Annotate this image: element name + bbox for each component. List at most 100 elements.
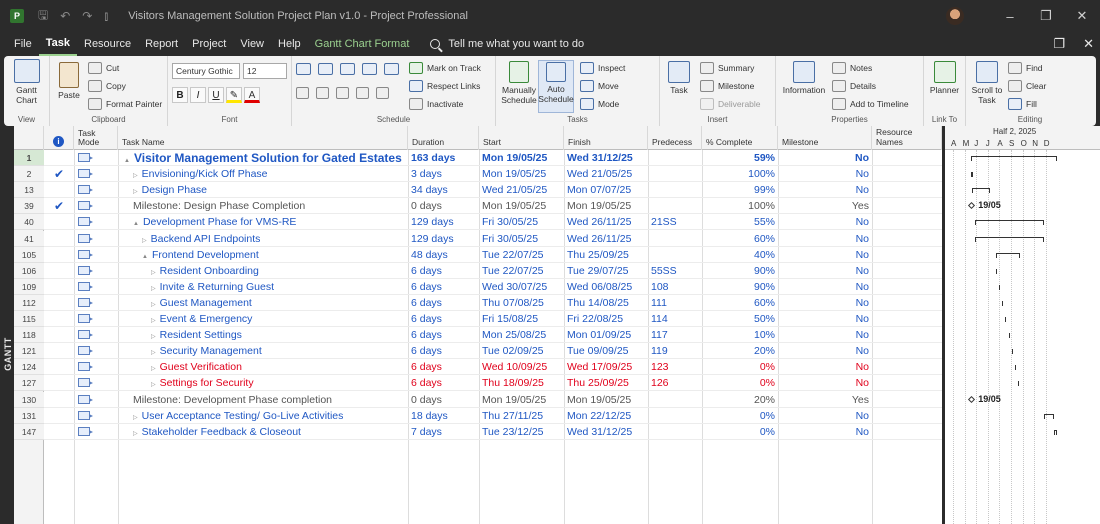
- gantt-bar[interactable]: [995, 268, 998, 274]
- milestone-cell[interactable]: No: [778, 247, 872, 263]
- expand-icon[interactable]: ▷: [151, 265, 156, 279]
- tell-me-search[interactable]: Tell me what you want to do: [430, 38, 584, 50]
- milestone-cell[interactable]: No: [778, 424, 872, 440]
- task-name-cell[interactable]: Milestone: Development Phase completion: [118, 392, 408, 408]
- task-name-cell[interactable]: ▷ Security Management: [118, 343, 408, 359]
- finish-cell[interactable]: Mon 19/05/25: [564, 198, 648, 214]
- task-name-cell[interactable]: ▷ Backend API Endpoints: [118, 231, 408, 247]
- pct-complete-cell[interactable]: 0%: [702, 375, 778, 391]
- indicator-cell[interactable]: [44, 392, 74, 408]
- task-name-cell[interactable]: ▲ Visitor Management Solution for Gated E…: [118, 150, 408, 166]
- indicator-cell[interactable]: ✔: [44, 198, 74, 214]
- pct-complete-cell[interactable]: 0%: [702, 424, 778, 440]
- task-name-cell[interactable]: ▷ Settings for Security: [118, 375, 408, 391]
- finish-cell[interactable]: Wed 26/11/25: [564, 214, 648, 230]
- milestone-marker[interactable]: 19/05: [968, 394, 1001, 404]
- predecessors-cell[interactable]: 21SS: [648, 214, 702, 230]
- table-row[interactable]: 1 ▲ Visitor Management Solution for Gated …: [14, 150, 942, 166]
- task-mode-cell[interactable]: [74, 214, 118, 230]
- duration-cell[interactable]: 34 days: [408, 182, 479, 198]
- save-icon[interactable]: 🖫: [38, 6, 48, 27]
- duration-cell[interactable]: 6 days: [408, 359, 479, 375]
- task-mode-cell[interactable]: [74, 247, 118, 263]
- table-row[interactable]: 121 ▷ Security Management 6 days Tue 02/09/2…: [14, 343, 942, 360]
- minimize-icon[interactable]: –: [992, 9, 1028, 24]
- gantt-bar[interactable]: [1017, 381, 1020, 387]
- finish-header[interactable]: Finish: [564, 126, 648, 150]
- pct-complete-cell[interactable]: 90%: [702, 279, 778, 295]
- predecessors-cell[interactable]: [648, 392, 702, 408]
- duration-cell[interactable]: 163 days: [408, 150, 479, 166]
- bold-button[interactable]: B: [172, 87, 188, 103]
- gantt-bar[interactable]: [971, 156, 1058, 161]
- finish-cell[interactable]: Thu 25/09/25: [564, 375, 648, 391]
- indicator-cell[interactable]: [44, 247, 74, 263]
- start-cell[interactable]: Tue 22/07/25: [479, 247, 564, 263]
- font-family-select[interactable]: Century Gothic: [172, 63, 240, 79]
- duration-cell[interactable]: 6 days: [408, 375, 479, 391]
- row-number[interactable]: 2: [14, 166, 44, 183]
- mode-button[interactable]: Mode: [580, 95, 625, 113]
- task-mode-header[interactable]: Task Mode: [74, 126, 118, 150]
- expand-icon[interactable]: ▷: [133, 426, 138, 440]
- task-mode-cell[interactable]: [74, 311, 118, 327]
- font-size-select[interactable]: 12: [243, 63, 287, 79]
- task-name-cell[interactable]: Milestone: Design Phase Completion: [118, 198, 408, 214]
- scroll-to-task-button[interactable]: Scroll to Task: [970, 61, 1004, 113]
- task-mode-cell[interactable]: [74, 150, 118, 166]
- task-mode-cell[interactable]: [74, 392, 118, 408]
- finish-cell[interactable]: Thu 25/09/25: [564, 247, 648, 263]
- table-row[interactable]: 124 ▷ Guest Verification 6 days Wed 10/09/25…: [14, 359, 942, 376]
- copy-button[interactable]: Copy: [88, 77, 162, 95]
- manually-schedule-button[interactable]: Manually Schedule: [500, 61, 538, 113]
- start-cell[interactable]: Mon 25/08/25: [479, 327, 564, 343]
- milestone-cell[interactable]: No: [778, 408, 872, 424]
- start-cell[interactable]: Mon 19/05/25: [479, 150, 564, 166]
- pct-complete-cell[interactable]: 100%: [702, 198, 778, 214]
- finish-cell[interactable]: Wed 21/05/25: [564, 166, 648, 182]
- milestone-cell[interactable]: No: [778, 231, 872, 247]
- duration-cell[interactable]: 0 days: [408, 198, 479, 214]
- task-name-cell[interactable]: ▷ Stakeholder Feedback & Closeout: [118, 424, 408, 440]
- start-header[interactable]: Start: [479, 126, 564, 150]
- pct-complete-cell[interactable]: 10%: [702, 327, 778, 343]
- indicator-cell[interactable]: [44, 424, 74, 440]
- predecessors-cell[interactable]: [648, 166, 702, 182]
- predecessors-header[interactable]: Predecess: [648, 126, 702, 150]
- expand-icon[interactable]: ▷: [133, 168, 138, 182]
- pct-25-icon[interactable]: [318, 63, 333, 75]
- task-mode-cell[interactable]: [74, 231, 118, 247]
- gantt-bar[interactable]: [1004, 317, 1007, 322]
- row-number[interactable]: 112: [14, 294, 44, 311]
- milestone-cell[interactable]: Yes: [778, 198, 872, 214]
- duration-cell[interactable]: 6 days: [408, 279, 479, 295]
- split-icon[interactable]: [376, 87, 389, 99]
- tab-file[interactable]: File: [7, 32, 39, 56]
- duration-cell[interactable]: 6 days: [408, 327, 479, 343]
- close-icon[interactable]: ✕: [1064, 8, 1100, 24]
- duration-cell[interactable]: 18 days: [408, 408, 479, 424]
- finish-cell[interactable]: Mon 01/09/25: [564, 327, 648, 343]
- fill-button[interactable]: Fill: [1008, 95, 1046, 113]
- collapse-icon[interactable]: ▲: [142, 249, 148, 263]
- row-number[interactable]: 106: [14, 262, 44, 279]
- tab-help[interactable]: Help: [271, 32, 308, 56]
- task-mode-cell[interactable]: [74, 166, 118, 182]
- tab-gantt-chart-format[interactable]: Gantt Chart Format: [308, 32, 417, 56]
- indicator-cell[interactable]: [44, 408, 74, 424]
- task-name-cell[interactable]: ▷ Invite & Returning Guest: [118, 279, 408, 295]
- pct-complete-cell[interactable]: 0%: [702, 359, 778, 375]
- paste-button[interactable]: Paste: [54, 62, 84, 113]
- pct-75-icon[interactable]: [362, 63, 377, 75]
- row-number[interactable]: 105: [14, 246, 44, 263]
- indicator-cell[interactable]: [44, 343, 74, 359]
- table-row[interactable]: 41 ▷ Backend API Endpoints 129 days Fri 30/0…: [14, 230, 942, 247]
- deliverable-button[interactable]: Deliverable: [700, 95, 761, 113]
- move-button[interactable]: Move: [580, 77, 625, 95]
- predecessors-cell[interactable]: [648, 150, 702, 166]
- row-number[interactable]: 13: [14, 182, 44, 199]
- start-cell[interactable]: Wed 10/09/25: [479, 359, 564, 375]
- indicator-cell[interactable]: [44, 279, 74, 295]
- duration-cell[interactable]: 6 days: [408, 311, 479, 327]
- cut-button[interactable]: Cut: [88, 59, 162, 77]
